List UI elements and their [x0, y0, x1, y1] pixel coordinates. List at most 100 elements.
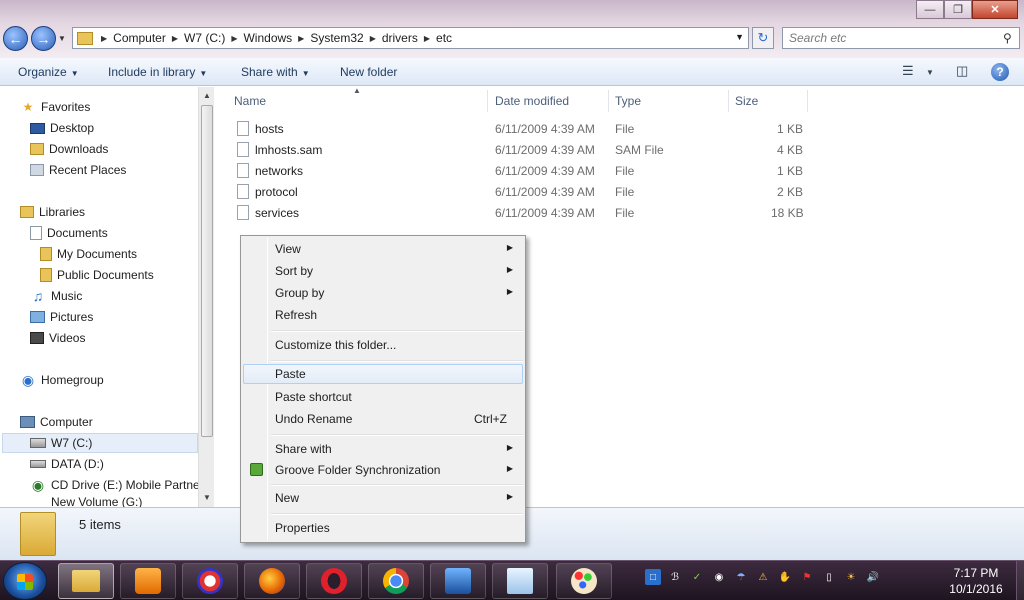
- tray-warning-icon[interactable]: ⚠: [755, 569, 771, 585]
- tray-hand-icon[interactable]: ✋: [777, 569, 793, 585]
- nav-cd-drive[interactable]: ◉ CD Drive (E:) Mobile Partner: [30, 475, 204, 495]
- bluetooth-icon[interactable]: ℬ: [667, 569, 683, 585]
- forward-button[interactable]: →: [31, 26, 56, 51]
- nav-homegroup[interactable]: ◉ Homegroup: [20, 370, 104, 390]
- taskbar-opera-button[interactable]: [306, 563, 362, 599]
- file-row[interactable]: services 6/11/2009 4:39 AM File 18 KB: [232, 203, 812, 224]
- breadcrumb-system32[interactable]: System32: [310, 31, 363, 45]
- nav-music[interactable]: ♫ Music: [30, 286, 83, 306]
- breadcrumb-separator-icon[interactable]: ▶: [231, 34, 237, 43]
- column-header-size[interactable]: Size: [730, 90, 808, 112]
- file-size: 2 KB: [777, 185, 804, 199]
- nav-data-drive[interactable]: DATA (D:): [30, 454, 104, 474]
- address-bar[interactable]: ▶ Computer ▶ W7 (C:) ▶ Windows ▶ System3…: [72, 27, 749, 49]
- chevron-down-icon[interactable]: ▼: [926, 68, 934, 77]
- submenu-arrow-icon: ▶: [506, 243, 513, 252]
- tray-security-icon[interactable]: ✓: [689, 569, 705, 585]
- taskbar-network-button[interactable]: [430, 563, 486, 599]
- scroll-up-icon[interactable]: ▲: [203, 91, 211, 100]
- tray-flag-icon[interactable]: ⚑: [799, 569, 815, 585]
- tray-sun-icon[interactable]: ☀: [843, 569, 859, 585]
- clock[interactable]: 7:17 PM 10/1/2016: [940, 565, 1012, 597]
- breadcrumb-windows[interactable]: Windows: [243, 31, 292, 45]
- breadcrumb-separator-icon[interactable]: ▶: [101, 34, 107, 43]
- menu-item-undo-rename[interactable]: Undo Rename Ctrl+Z: [243, 409, 523, 429]
- tray-network-adapter-icon[interactable]: □: [645, 569, 661, 585]
- nav-favorites[interactable]: ★ Favorites: [20, 97, 91, 117]
- search-icon[interactable]: ⚲: [1003, 31, 1019, 45]
- taskbar-app-button[interactable]: [182, 563, 238, 599]
- file-row[interactable]: hosts 6/11/2009 4:39 AM File 1 KB: [232, 119, 812, 140]
- menu-item-share-with[interactable]: Share with ▶: [243, 439, 523, 459]
- organize-button[interactable]: Organize ▼: [18, 65, 79, 79]
- nav-scrollbar[interactable]: ▲ ▼: [198, 87, 214, 507]
- nav-desktop[interactable]: Desktop: [30, 118, 94, 138]
- view-options-icon[interactable]: ☰: [902, 63, 914, 79]
- minimize-button[interactable]: —: [916, 0, 944, 19]
- help-icon[interactable]: ?: [991, 63, 1009, 81]
- menu-item-properties[interactable]: Properties: [243, 518, 523, 538]
- nav-libraries[interactable]: Libraries: [20, 202, 85, 222]
- include-in-library-button[interactable]: Include in library ▼: [108, 65, 207, 79]
- file-type: File: [615, 185, 635, 199]
- refresh-button[interactable]: ↻: [752, 27, 774, 49]
- menu-item-paste-shortcut[interactable]: Paste shortcut: [243, 387, 523, 407]
- nav-computer[interactable]: Computer: [20, 412, 93, 432]
- taskbar-explorer-button[interactable]: [58, 563, 114, 599]
- new-folder-button[interactable]: New folder: [340, 65, 397, 79]
- nav-recent-places[interactable]: Recent Places: [30, 160, 126, 180]
- breadcrumb-separator-icon[interactable]: ▶: [298, 34, 304, 43]
- preview-pane-icon[interactable]: ◫: [956, 63, 968, 79]
- breadcrumb-separator-icon[interactable]: ▶: [172, 34, 178, 43]
- taskbar-media-player-button[interactable]: [120, 563, 176, 599]
- taskbar-chrome-button[interactable]: [368, 563, 424, 599]
- file-row[interactable]: protocol 6/11/2009 4:39 AM File 2 KB: [232, 182, 812, 203]
- breadcrumb-separator-icon[interactable]: ▶: [370, 34, 376, 43]
- nav-downloads[interactable]: Downloads: [30, 139, 108, 159]
- menu-item-sort-by[interactable]: Sort by ▶: [243, 261, 523, 281]
- taskbar-firefox-button[interactable]: [244, 563, 300, 599]
- taskbar-paint-button[interactable]: [556, 563, 612, 599]
- menu-item-view[interactable]: View ▶: [243, 239, 523, 259]
- menu-item-refresh[interactable]: Refresh: [243, 305, 523, 325]
- breadcrumb-computer[interactable]: Computer: [113, 31, 166, 45]
- address-dropdown-icon[interactable]: ▼: [735, 32, 744, 42]
- taskbar-notepad-button[interactable]: [492, 563, 548, 599]
- recent-pages-dropdown[interactable]: ▼: [58, 34, 66, 43]
- breadcrumb-w7[interactable]: W7 (C:): [184, 31, 225, 45]
- menu-item-group-by[interactable]: Group by ▶: [243, 283, 523, 303]
- nav-pictures[interactable]: Pictures: [30, 307, 93, 327]
- folder-icon: [40, 247, 52, 261]
- breadcrumb-drivers[interactable]: drivers: [382, 31, 418, 45]
- menu-item-customize-folder[interactable]: Customize this folder...: [243, 335, 523, 355]
- nav-videos[interactable]: Videos: [30, 328, 85, 348]
- tray-eye-icon[interactable]: ◉: [711, 569, 727, 585]
- volume-icon[interactable]: 🔊: [865, 569, 881, 585]
- close-button[interactable]: ✕: [972, 0, 1018, 19]
- back-button[interactable]: ←: [3, 26, 28, 51]
- show-desktop-button[interactable]: [1016, 561, 1024, 600]
- nav-new-volume[interactable]: New Volume (G:): [30, 495, 142, 507]
- menu-item-shortcut: Ctrl+Z: [474, 412, 507, 426]
- breadcrumb-separator-icon[interactable]: ▶: [424, 34, 430, 43]
- file-row[interactable]: networks 6/11/2009 4:39 AM File 1 KB: [232, 161, 812, 182]
- scrollbar-thumb[interactable]: [201, 105, 213, 437]
- search-input[interactable]: Search etc: [782, 27, 1020, 49]
- breadcrumb-etc[interactable]: etc: [436, 31, 452, 45]
- scroll-down-icon[interactable]: ▼: [203, 493, 211, 502]
- nav-public-documents[interactable]: Public Documents: [40, 265, 154, 285]
- menu-item-groove-sync[interactable]: Groove Folder Synchronization ▶: [243, 460, 523, 480]
- nav-my-documents[interactable]: My Documents: [40, 244, 137, 264]
- column-header-type[interactable]: Type: [610, 90, 729, 112]
- share-with-button[interactable]: Share with ▼: [241, 65, 310, 79]
- nav-w7-drive[interactable]: W7 (C:): [2, 433, 198, 453]
- start-button[interactable]: [3, 562, 47, 600]
- column-header-date-modified[interactable]: Date modified: [490, 90, 609, 112]
- menu-item-paste[interactable]: Paste: [243, 364, 523, 384]
- tray-shield-icon[interactable]: ☂: [733, 569, 749, 585]
- nav-documents[interactable]: Documents: [30, 223, 108, 243]
- battery-icon[interactable]: ▯: [821, 569, 837, 585]
- file-row[interactable]: lmhosts.sam 6/11/2009 4:39 AM SAM File 4…: [232, 140, 812, 161]
- menu-item-new[interactable]: New ▶: [243, 488, 523, 508]
- maximize-button[interactable]: ❐: [944, 0, 972, 19]
